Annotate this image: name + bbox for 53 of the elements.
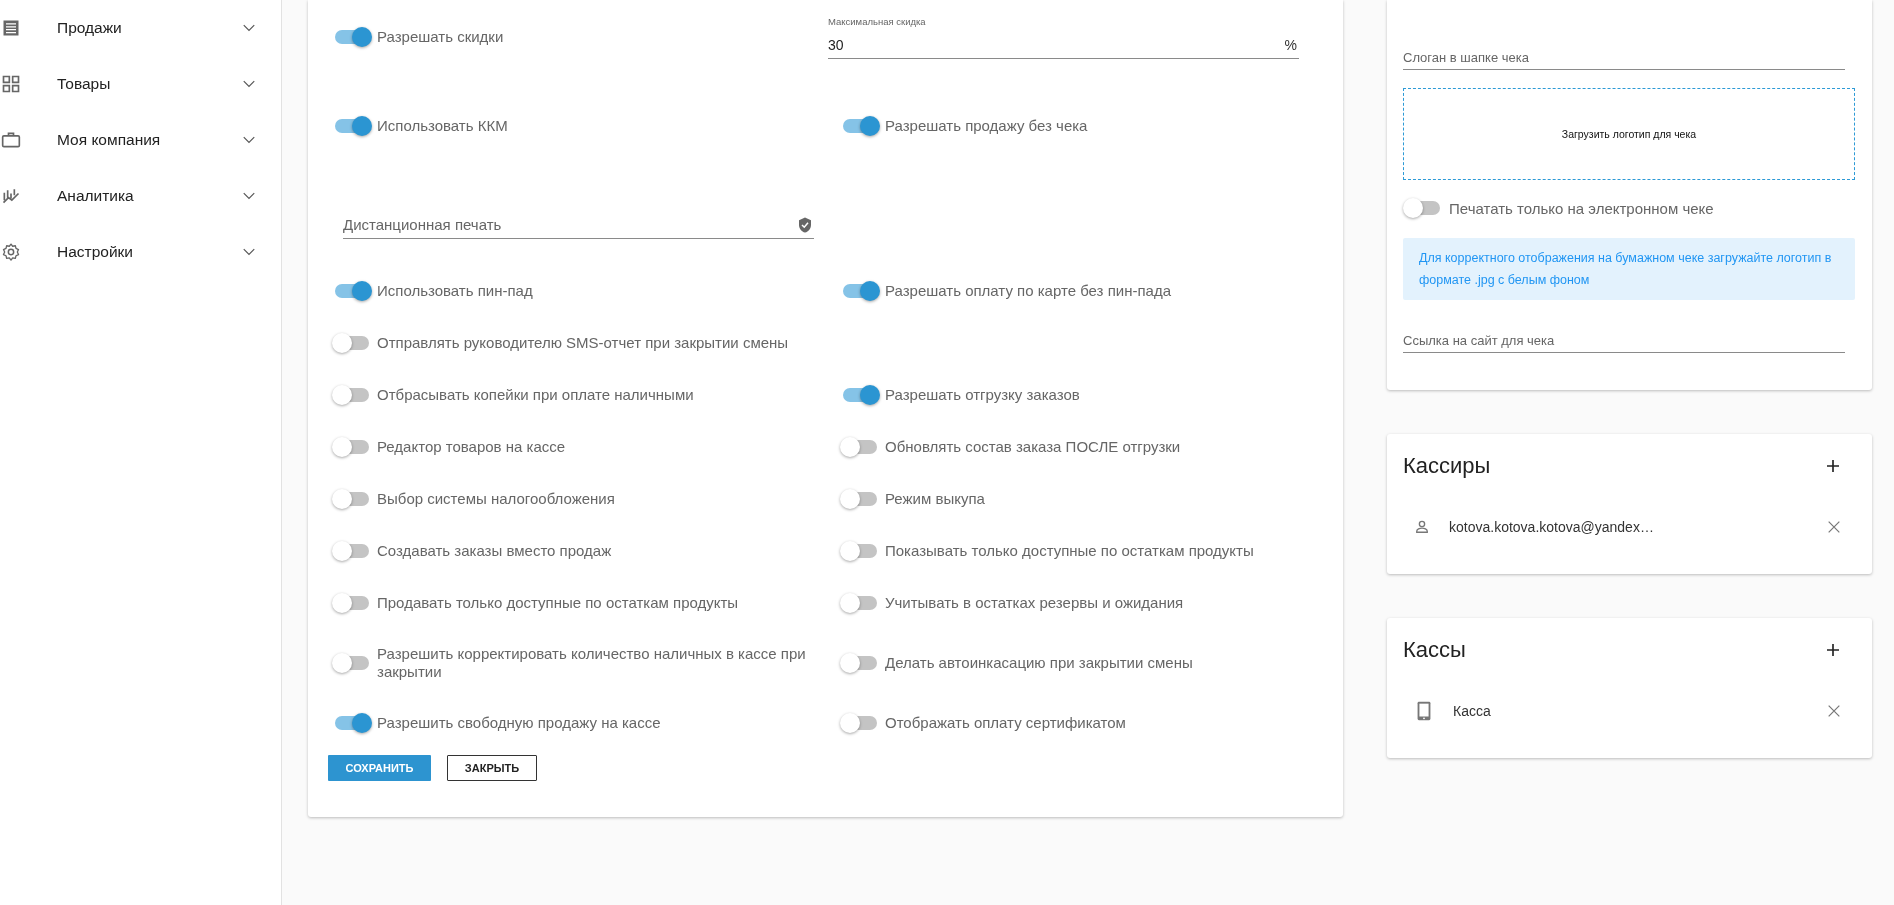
sidebar-item[interactable]: Настройки [0,224,281,280]
toggle-label: Разрешать продажу без чека [885,117,1088,135]
add-button[interactable] [1824,457,1842,475]
toggle-label: Разрешать скидки [377,28,504,46]
input-field[interactable]: 30 [828,36,1285,53]
toggle-label: Режим выкупа [885,490,985,508]
toggle-label: Создавать заказы вместо продаж [377,542,612,560]
card-title: Кассиры [1403,453,1491,479]
toggle-label: Выбор системы налогообложения [377,490,615,508]
toggle-label: Отображать оплату сертификатом [885,714,1126,732]
sidebar-item[interactable]: Продажи [0,0,281,56]
toggle-label: Разрешать отгрузку заказов [885,386,1080,404]
briefcase-icon [1,130,21,150]
toggle-label: Показывать только доступные по остаткам продукты [885,542,1254,560]
person-icon [1413,518,1431,536]
shield-check-icon [796,216,814,234]
toggle-label: Разрешать оплату по карте без пин-пада [885,282,1171,300]
toggle-label: Редактор товаров на кассе [377,438,566,456]
plus-icon [1824,457,1842,475]
unit-label: % [1284,36,1298,53]
toggle-label: Разрешить свободную продажу на кассе [377,714,661,732]
toggle-label: Отбрасывать копейки при оплате наличными [377,386,694,404]
card-title: Кассы [1403,637,1466,663]
settings-icon [1,242,21,262]
input-field[interactable]: Слоган в шапке чека [1403,50,1845,70]
toggle-label: Отправлять руководителю SMS-отчет при закрытии смены [377,334,789,352]
info-message: Для корректного отображения на бумажном чеке загружайте логотип в формате .jpg с белым фоном [1403,238,1855,300]
plus-icon [1824,641,1842,659]
toggle-label: Обновлять состав заказа ПОСЛЕ отгрузки [885,438,1181,456]
toggle-label: Разрешить корректировать количество наличных в кассе при закрытии [377,645,807,681]
toggle-label: Печатать только на электронном чеке [1449,199,1714,217]
close-icon [1826,703,1842,719]
chart-icon [1,186,21,206]
grid-icon [1,74,21,94]
input-field[interactable]: Ссылка на сайт для чека [1403,333,1845,353]
remove-button[interactable] [1826,519,1842,535]
input-field[interactable]: Дистанционная печать [343,217,796,233]
list-item-label: kotova.kotova.kotova@yandex… [1449,519,1655,535]
upload-logo-button[interactable]: Загрузить логотип для чека [1403,88,1855,180]
toggle-label: Использовать ККМ [377,117,508,135]
close-icon [1826,519,1842,535]
toggle-label: Учитывать в остатках резервы и ожидания [885,594,1184,612]
field-label: Максимальная скидка [828,15,927,27]
add-button[interactable] [1824,641,1842,659]
remove-button[interactable] [1826,703,1842,719]
list-item-label: Касса [1453,703,1492,719]
toggle-label: Использовать пин-пад [377,282,533,300]
toggle-label: Делать автоинкасацию при закрытии смены [885,654,1193,672]
close-button[interactable]: ЗАКРЫТЬ [447,755,537,781]
sidebar-item[interactable]: Моя компания [0,112,281,168]
toggle-label: Продавать только доступные по остаткам продукты [377,594,739,612]
sidebar-item[interactable]: Товары [0,56,281,112]
sidebar-item[interactable]: Аналитика [0,168,281,224]
